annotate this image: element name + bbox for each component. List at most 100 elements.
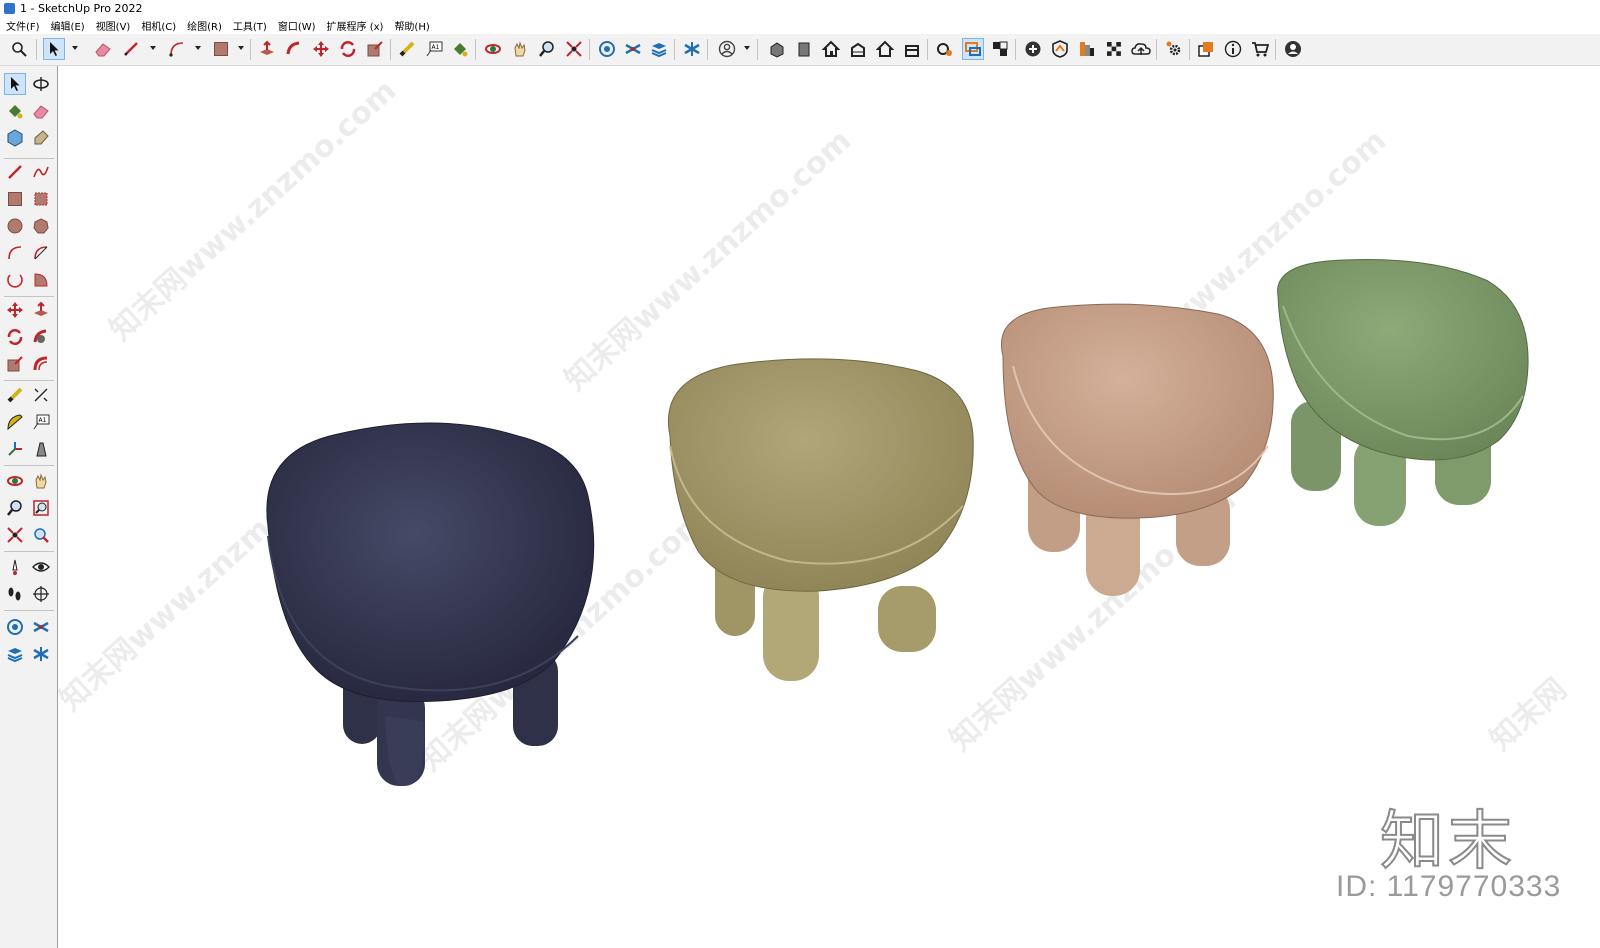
zoom-extents-icon[interactable] xyxy=(4,524,26,546)
shop-icon[interactable] xyxy=(1249,38,1271,60)
back-view-icon[interactable] xyxy=(874,38,896,60)
arc-dropdown-icon[interactable] xyxy=(195,46,201,50)
paint-bucket-icon[interactable] xyxy=(449,38,471,60)
profile-icon[interactable] xyxy=(1282,38,1304,60)
eraser-icon[interactable] xyxy=(30,100,52,122)
right-view-icon[interactable] xyxy=(847,38,869,60)
navy-chair[interactable] xyxy=(266,422,595,787)
zoom-window-icon[interactable] xyxy=(30,497,52,519)
menu-help[interactable]: 帮助(H) xyxy=(394,18,429,33)
orbit-icon[interactable] xyxy=(4,470,26,492)
push-pull-icon[interactable] xyxy=(256,38,278,60)
tag-icon[interactable] xyxy=(30,127,52,149)
menu-tools[interactable]: 工具(T) xyxy=(233,18,267,33)
axes-icon[interactable] xyxy=(4,438,26,460)
cloud-icon[interactable] xyxy=(1130,38,1152,60)
menu-camera[interactable]: 相机(C) xyxy=(141,18,176,33)
section-plane-icon[interactable] xyxy=(30,583,52,605)
search-icon[interactable] xyxy=(8,38,30,60)
arc-2pt-icon[interactable] xyxy=(30,242,52,264)
scale-icon[interactable] xyxy=(4,353,26,375)
pan-icon[interactable] xyxy=(30,470,52,492)
walk-icon[interactable] xyxy=(4,583,26,605)
pencil-icon[interactable] xyxy=(4,161,26,183)
menu-extensions[interactable]: 扩展程序 (x) xyxy=(327,18,384,33)
iso-view-icon[interactable] xyxy=(766,38,788,60)
3d-warehouse-icon[interactable] xyxy=(596,38,618,60)
styles-icon[interactable] xyxy=(1103,38,1125,60)
user-icon[interactable] xyxy=(716,38,738,60)
text-icon[interactable]: A1 xyxy=(423,38,445,60)
freehand-icon[interactable] xyxy=(30,161,52,183)
add-location-icon[interactable] xyxy=(1022,38,1044,60)
tape-measure-icon[interactable] xyxy=(396,38,418,60)
info-icon[interactable] xyxy=(1222,38,1244,60)
select-dropdown-icon[interactable] xyxy=(72,46,78,50)
follow-me-icon[interactable] xyxy=(283,38,305,60)
pan-icon[interactable] xyxy=(509,38,531,60)
previous-view-icon[interactable] xyxy=(30,524,52,546)
move-icon[interactable] xyxy=(310,38,332,60)
select-icon[interactable] xyxy=(4,73,26,95)
section-plane-icon[interactable] xyxy=(934,38,956,60)
olive-chair[interactable] xyxy=(668,358,974,681)
extension-icon[interactable] xyxy=(30,616,52,638)
arc-icon[interactable] xyxy=(4,242,26,264)
zoom-icon[interactable] xyxy=(536,38,558,60)
layout-icon[interactable] xyxy=(648,38,670,60)
pie-icon[interactable] xyxy=(30,269,52,291)
pencil-icon[interactable] xyxy=(120,38,142,60)
tape-measure-icon[interactable] xyxy=(4,384,26,406)
menu-draw[interactable]: 绘图(R) xyxy=(187,18,222,33)
text-icon[interactable]: A1 xyxy=(30,411,52,433)
paint-bucket-icon[interactable] xyxy=(4,100,26,122)
dimension-icon[interactable] xyxy=(30,384,52,406)
circle-icon[interactable] xyxy=(4,215,26,237)
move-icon[interactable] xyxy=(4,299,26,321)
section-display-icon[interactable] xyxy=(962,38,984,60)
follow-me-icon[interactable] xyxy=(30,326,52,348)
rotated-rectangle-icon[interactable] xyxy=(30,188,52,210)
select-icon[interactable] xyxy=(43,38,65,60)
orbit-icon[interactable] xyxy=(30,73,52,95)
arc-icon[interactable] xyxy=(166,38,188,60)
pencil-dropdown-icon[interactable] xyxy=(150,46,156,50)
materials-icon[interactable] xyxy=(1076,38,1098,60)
push-pull-icon[interactable] xyxy=(30,299,52,321)
layers-icon[interactable] xyxy=(4,643,26,665)
look-around-icon[interactable] xyxy=(30,556,52,578)
components-icon[interactable] xyxy=(1195,38,1217,60)
rectangle-dropdown-icon[interactable] xyxy=(238,46,244,50)
position-camera-icon[interactable] xyxy=(4,556,26,578)
3d-text-icon[interactable] xyxy=(30,438,52,460)
scale-icon[interactable] xyxy=(364,38,386,60)
green-chair[interactable] xyxy=(1277,259,1529,526)
front-view-icon[interactable] xyxy=(820,38,842,60)
orbit-icon[interactable] xyxy=(482,38,504,60)
rotate-icon[interactable] xyxy=(337,38,359,60)
extension-warehouse-icon[interactable] xyxy=(622,38,644,60)
section-fill-icon[interactable] xyxy=(989,38,1011,60)
zoom-icon[interactable] xyxy=(4,497,26,519)
rectangle-icon[interactable] xyxy=(4,188,26,210)
sandbox-icon[interactable] xyxy=(30,643,52,665)
menu-file[interactable]: 文件(F) xyxy=(6,18,40,33)
polygon-icon[interactable] xyxy=(30,215,52,237)
component-icon[interactable] xyxy=(4,127,26,149)
tan-chair[interactable] xyxy=(1001,303,1274,596)
zoom-extents-icon[interactable] xyxy=(563,38,585,60)
menu-edit[interactable]: 编辑(E) xyxy=(51,18,85,33)
settings-icon[interactable] xyxy=(1163,38,1185,60)
geo-terrain-icon[interactable] xyxy=(1049,38,1071,60)
sandbox-icon[interactable] xyxy=(681,38,703,60)
menu-view[interactable]: 视图(V) xyxy=(96,18,131,33)
3d-viewport[interactable]: 知末网www.znzmo.com 知末网www.znzmo.com 知末网www… xyxy=(58,66,1600,948)
top-view-icon[interactable] xyxy=(793,38,815,60)
eraser-icon[interactable] xyxy=(92,38,114,60)
menu-window[interactable]: 窗口(W) xyxy=(278,18,316,33)
rotate-icon[interactable] xyxy=(4,326,26,348)
rectangle-icon[interactable] xyxy=(210,38,232,60)
offset-icon[interactable] xyxy=(30,353,52,375)
warehouse-icon[interactable] xyxy=(4,616,26,638)
user-dropdown-icon[interactable] xyxy=(744,46,750,50)
